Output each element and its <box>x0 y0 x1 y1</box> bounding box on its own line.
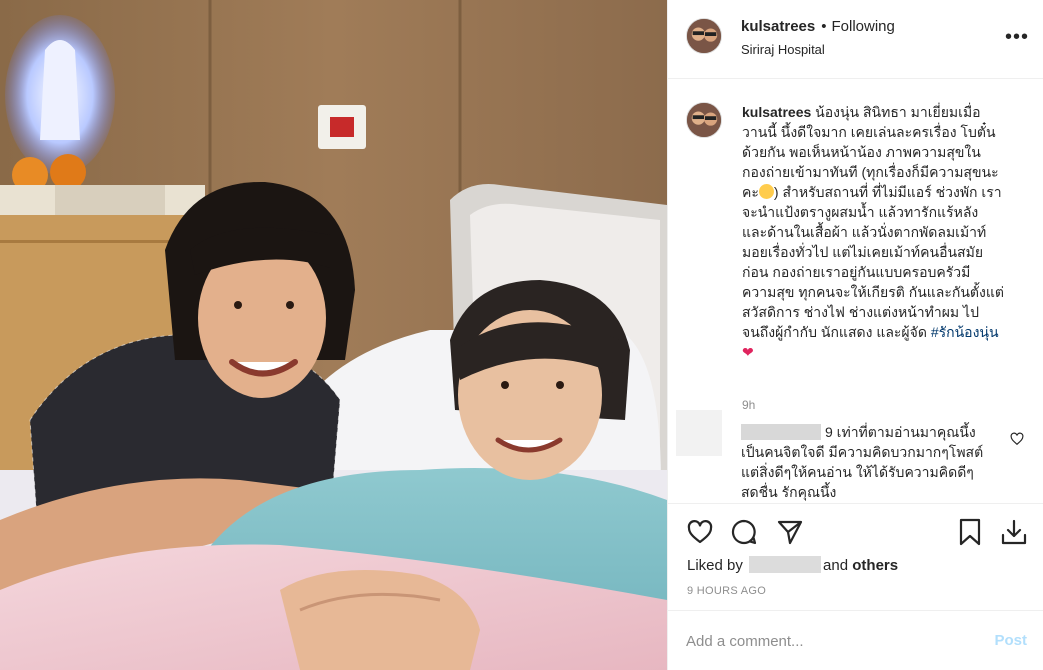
more-options-button[interactable]: ••• <box>1005 26 1030 48</box>
liker-username-redacted[interactable] <box>749 556 822 573</box>
red-heart-emoji-icon: ❤ <box>742 344 754 360</box>
caption-username[interactable]: kulsatrees <box>742 104 811 120</box>
add-comment-input[interactable] <box>686 629 976 653</box>
download-icon[interactable] <box>1000 518 1028 546</box>
liked-by-prefix: Liked by <box>687 557 743 574</box>
post-comment-button[interactable]: Post <box>994 632 1027 649</box>
liked-by-summary: Liked by and others <box>687 556 898 574</box>
smiling-face-emoji-icon <box>758 184 774 199</box>
comment-text: 9 เท่าที่ตามอ่านมาคุณนึ้งเป็นคนจิตใจดี ม… <box>741 422 991 502</box>
post-location[interactable]: Siriraj Hospital <box>741 42 825 57</box>
caption-body-continued: ) สำหรับสถานที่ ที่ไม่มีแอร์ ช่วงพัก เรา… <box>742 184 1004 340</box>
commenter-avatar-redacted[interactable] <box>676 410 722 456</box>
heart-icon[interactable] <box>686 518 714 546</box>
caption-text: kulsatrees น้องนุ่น สินิทธา มาเยี่ยมเมื่… <box>742 102 1004 362</box>
comment-icon[interactable] <box>730 518 758 546</box>
separator-dot: • <box>821 18 827 35</box>
post-time-ago[interactable]: 9 HOURS AGO <box>687 585 766 597</box>
share-icon[interactable] <box>776 518 804 546</box>
liked-by-and: and <box>823 557 849 574</box>
author-username[interactable]: kulsatrees <box>741 18 815 35</box>
follow-button[interactable]: Following <box>831 18 894 35</box>
liked-by-others-link[interactable]: others <box>852 557 898 574</box>
post-header: kulsatrees • Following Siriraj Hospital ••… <box>668 0 1043 79</box>
commenter-username-redacted[interactable] <box>741 424 821 440</box>
post-actions: Liked by and others 9 HOURS AGO <box>668 503 1043 610</box>
author-avatar[interactable] <box>686 18 722 54</box>
post-photo[interactable] <box>0 0 667 670</box>
comments-area: kulsatrees น้องนุ่น สินิทธา มาเยี่ยมเมื่… <box>668 80 1043 502</box>
comment-item: 9 เท่าที่ตามอ่านมาคุณนึ้งเป็นคนจิตใจดี ม… <box>676 410 1036 500</box>
caption-avatar[interactable] <box>686 102 722 138</box>
more-horizontal-icon: ••• <box>1005 26 1030 48</box>
add-comment-bar: Post <box>668 610 1043 670</box>
header-line: kulsatrees • Following <box>741 18 895 35</box>
bookmark-icon[interactable] <box>956 518 984 546</box>
caption-hashtag[interactable]: #รักน้องนุ่น <box>931 324 999 340</box>
hospital-visit-photo <box>0 0 667 670</box>
comment-like-heart-icon[interactable] <box>1010 432 1024 446</box>
post-side-panel: kulsatrees • Following Siriraj Hospital ••… <box>667 0 1043 670</box>
